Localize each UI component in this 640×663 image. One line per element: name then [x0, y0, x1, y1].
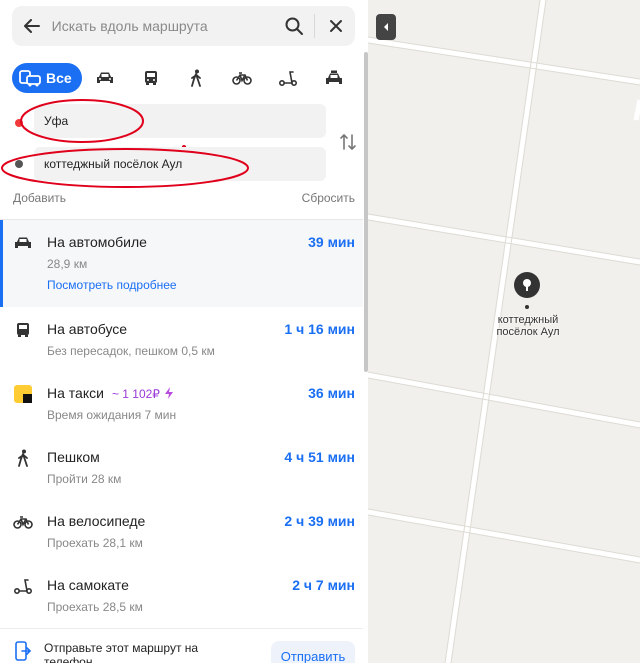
search-divider [314, 14, 316, 38]
mode-car-button[interactable] [82, 63, 128, 93]
route-time: 4 ч 51 мин [284, 449, 355, 465]
route-name: Пешком [47, 449, 100, 465]
route-time: 1 ч 16 мин [284, 321, 355, 337]
swap-points-button[interactable] [338, 132, 358, 152]
route-option-walk[interactable]: Пешком 4 ч 51 мин Пройти 28 км [0, 435, 363, 499]
route-details: Проехать 28,5 км [47, 600, 143, 614]
route-name: На автобусе [47, 321, 128, 337]
chevron-left-icon [384, 23, 388, 31]
send-button[interactable]: Отправить [271, 641, 355, 663]
route-time: 2 ч 39 мин [284, 513, 355, 529]
swap-icon [340, 134, 356, 150]
back-button[interactable] [12, 6, 52, 46]
route-name: На велосипеде [47, 513, 146, 529]
route-option-scooter[interactable]: На самокате 2 ч 7 мин Проехать 28,5 км [0, 563, 363, 627]
car-icon [15, 237, 31, 248]
bus-icon [144, 71, 157, 85]
route-name: На такси ~ 1 102₽ [47, 385, 174, 401]
mode-taxi-button[interactable] [311, 63, 357, 93]
collapse-panel-button[interactable] [376, 14, 396, 40]
mode-all-label: Все [46, 70, 72, 86]
taxi-icon [326, 70, 343, 84]
lightning-icon [164, 387, 173, 399]
to-dot [15, 160, 23, 168]
route-time: 36 мин [308, 385, 355, 401]
route-details: Без пересадок, пешком 0,5 км [47, 344, 215, 358]
arrow-left-icon [23, 19, 40, 33]
from-dot [15, 119, 23, 127]
close-button[interactable] [317, 6, 355, 46]
search-button[interactable] [275, 6, 313, 46]
route-option-bus[interactable]: На автобусе 1 ч 16 мин Без пересадок, пе… [0, 307, 363, 371]
yandex-taxi-icon [14, 385, 32, 403]
send-to-phone-bar: Отправьте этот маршрут на телефон Отправ… [0, 628, 363, 663]
route-details: Проехать 28,1 км [47, 536, 143, 550]
from-field[interactable]: Уфа [34, 104, 326, 138]
route-details: Время ожидания 7 мин [47, 408, 177, 422]
route-options-list: На автомобиле 39 мин 28,9 км Посмотреть … [0, 219, 363, 627]
mode-all-button[interactable]: Все [12, 63, 82, 93]
send-to-phone-text: Отправьте этот маршрут на телефон [44, 641, 199, 663]
scooter-icon [14, 579, 32, 594]
route-distance: 28,9 км [47, 257, 88, 271]
walk-icon [18, 449, 28, 467]
pin-label: коттеджный посёлок Аул [496, 314, 560, 338]
search-icon [285, 17, 303, 35]
bicycle-icon [232, 72, 253, 85]
route-actions: Добавить Сбросить [13, 191, 355, 205]
phone-send-icon [15, 641, 32, 661]
mode-bus-button[interactable] [128, 63, 174, 93]
route-time: 2 ч 7 мин [292, 577, 355, 593]
add-point-button[interactable]: Добавить [13, 191, 66, 205]
route-option-taxi[interactable]: На такси ~ 1 102₽ 36 мин Время ожидания 7… [0, 371, 363, 435]
car-icon [96, 72, 113, 83]
route-option-car[interactable]: На автомобиле 39 мин 28,9 км Посмотреть … [0, 220, 363, 307]
map[interactable]: коттеджный посёлок Аул [368, 0, 640, 663]
mode-scooter-button[interactable] [265, 63, 311, 93]
reset-button[interactable]: Сбросить [302, 191, 355, 205]
bicycle-icon [13, 516, 33, 529]
bus-icon [17, 323, 29, 337]
scooter-icon [279, 71, 298, 86]
from-value: Уфа [44, 114, 69, 128]
route-time: 39 мин [308, 234, 355, 250]
scrollbar-thumb[interactable] [364, 52, 368, 372]
route-details-link[interactable]: Посмотреть подробнее [47, 278, 177, 292]
walk-icon [191, 69, 202, 87]
route-panel: Все [0, 0, 368, 663]
destination-pin-icon[interactable] [512, 271, 542, 311]
taxi-price: ~ 1 102₽ [111, 387, 160, 401]
mode-walk-button[interactable] [173, 63, 219, 93]
route-name-text: На такси [47, 385, 104, 401]
all-transport-icon [19, 70, 41, 87]
route-details: Пройти 28 км [47, 472, 122, 486]
transport-modes: Все [12, 63, 357, 93]
to-value: коттеджный посёлок Аул [44, 157, 183, 171]
route-search-bar [12, 6, 355, 46]
route-name: На автомобиле [47, 234, 147, 250]
close-icon [330, 20, 343, 32]
search-input[interactable] [51, 6, 275, 46]
route-name: На самокате [47, 577, 129, 593]
mode-bicycle-button[interactable] [219, 63, 265, 93]
to-field[interactable]: коттеджный посёлок Аул [34, 147, 326, 181]
route-option-bicycle[interactable]: На велосипеде 2 ч 39 мин Проехать 28,1 к… [0, 499, 363, 563]
